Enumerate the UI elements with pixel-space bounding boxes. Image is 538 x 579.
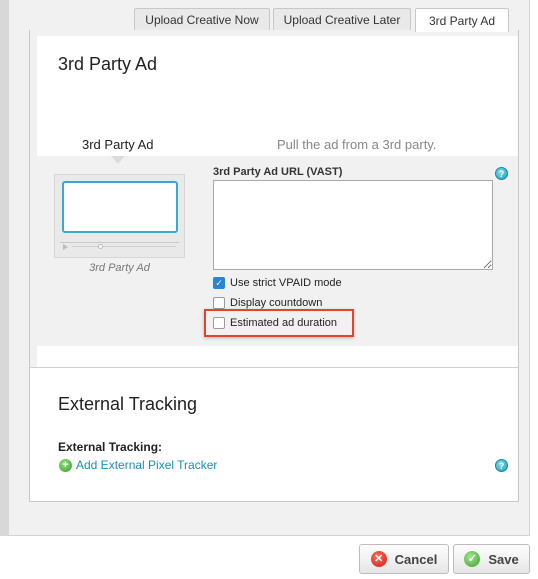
question-icon[interactable]: ? <box>495 459 508 472</box>
save-label: Save <box>488 551 519 567</box>
left-edge-bar <box>0 0 9 536</box>
tab-3rd-party-ad[interactable]: 3rd Party Ad <box>415 8 509 32</box>
strict-vpaid-option[interactable]: ✓ Use strict VPAID mode <box>213 277 342 289</box>
add-pixel-tracker-label: Add External Pixel Tracker <box>76 458 218 472</box>
external-tracking-title: External Tracking <box>58 394 198 414</box>
strict-vpaid-checkbox[interactable]: ✓ <box>213 277 225 289</box>
player-screen-icon <box>62 181 178 233</box>
save-button[interactable]: ✓ Save <box>453 544 530 574</box>
cancel-label: Cancel <box>394 551 438 567</box>
thumbnail-caption: 3rd Party Ad <box>89 262 150 274</box>
option-description: Pull the ad from a 3rd party. <box>277 137 437 152</box>
option-pointer-icon <box>111 156 125 164</box>
option-label: 3rd Party Ad <box>82 137 154 152</box>
highlight-box <box>204 309 354 337</box>
tab-upload-creative-now[interactable]: Upload Creative Now <box>134 8 270 31</box>
strict-vpaid-label: Use strict VPAID mode <box>230 277 342 289</box>
section-title: 3rd Party Ad <box>58 54 158 74</box>
external-tracking-label: External Tracking: <box>58 440 163 454</box>
vast-url-label: 3rd Party Ad URL (VAST) <box>213 166 343 178</box>
add-pixel-tracker-link[interactable]: + Add External Pixel Tracker <box>59 458 217 472</box>
checkmark-icon: ✓ <box>464 551 481 567</box>
progress-knob-icon <box>98 244 103 249</box>
play-icon <box>63 244 68 250</box>
progress-track <box>72 246 176 247</box>
player-divider <box>60 242 179 243</box>
cancel-button[interactable]: ✕ Cancel <box>359 544 449 574</box>
tab-upload-creative-later[interactable]: Upload Creative Later <box>273 8 411 31</box>
display-countdown-checkbox[interactable] <box>213 297 225 309</box>
question-icon[interactable]: ? <box>495 167 508 180</box>
section-divider <box>30 367 518 368</box>
display-countdown-option[interactable]: Display countdown <box>213 297 322 309</box>
vast-url-input[interactable] <box>213 180 493 270</box>
cancel-icon: ✕ <box>370 551 387 567</box>
display-countdown-label: Display countdown <box>230 297 323 309</box>
plus-icon: + <box>59 458 72 472</box>
panel-left-strip <box>30 30 37 367</box>
